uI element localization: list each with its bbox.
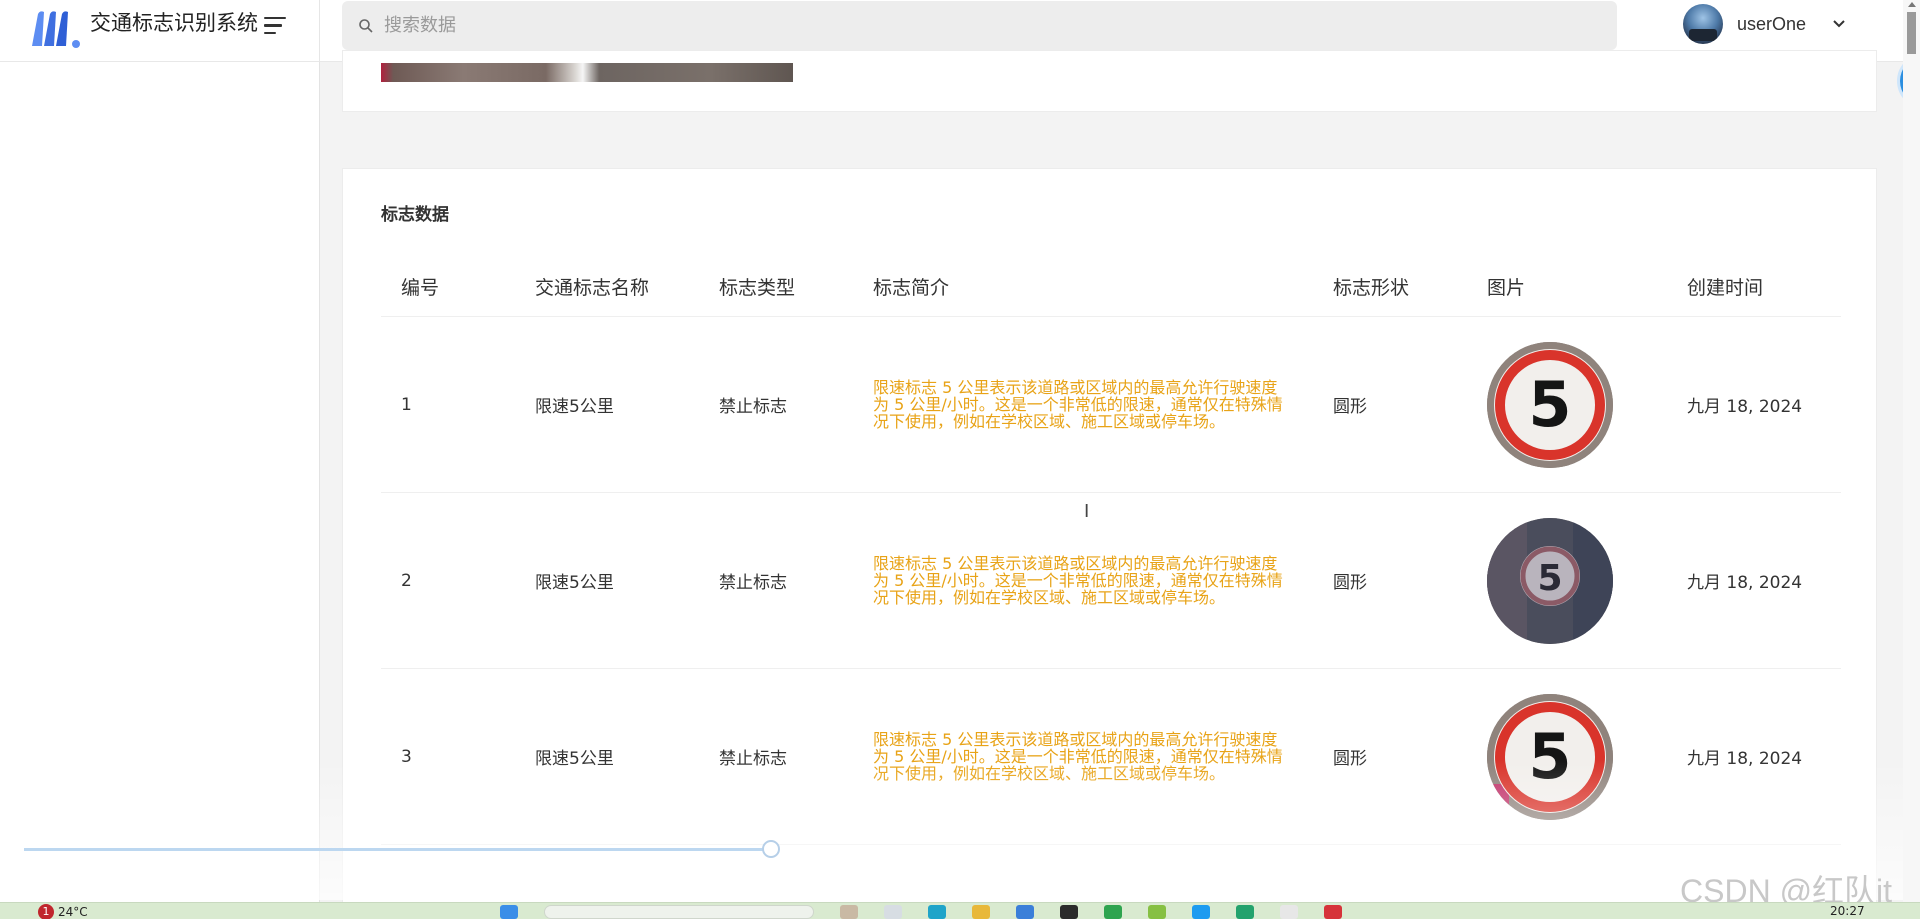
section-title: 标志数据 bbox=[381, 205, 449, 225]
cell-type: 禁止标志 bbox=[719, 573, 787, 593]
app-icon[interactable] bbox=[1192, 905, 1210, 919]
speed-limit-sign-image[interactable]: 5 bbox=[1487, 341, 1613, 468]
progress-slider-track[interactable] bbox=[24, 848, 772, 851]
app-icon[interactable] bbox=[1148, 905, 1166, 919]
svg-text:5: 5 bbox=[1528, 720, 1571, 793]
sign-data-card: 标志数据 编号 交通标志名称 标志类型 标志简介 标志形状 图片 创建时间 1 … bbox=[342, 168, 1877, 919]
header-created[interactable]: 创建时间 bbox=[1687, 273, 1841, 300]
header-description[interactable]: 标志简介 bbox=[873, 273, 1333, 300]
cell-description: 限速标志 5 公里表示该道路或区域内的最高允许行驶速度为 5 公里/小时。这是一… bbox=[873, 379, 1333, 430]
app-icon[interactable] bbox=[1236, 905, 1254, 919]
app-title: 交通标志识别系统 bbox=[90, 10, 258, 35]
vertical-scrollbar[interactable] bbox=[1903, 0, 1920, 902]
cell-description: 限速标志 5 公里表示该道路或区域内的最高允许行驶速度为 5 公里/小时。这是一… bbox=[873, 555, 1333, 606]
cell-created: 九月 18, 2024 bbox=[1687, 749, 1803, 769]
scroll-up-arrow-icon[interactable] bbox=[1908, 2, 1916, 7]
table-row[interactable]: 2 限速5公里 禁止标志 限速标志 5 公里表示该道路或区域内的最高允许行驶速度… bbox=[381, 493, 1841, 669]
cell-id: 3 bbox=[401, 746, 412, 767]
cell-type: 禁止标志 bbox=[719, 749, 787, 769]
username[interactable]: userOne bbox=[1737, 14, 1806, 35]
taskbar-clock[interactable]: 20:27 bbox=[1830, 904, 1865, 918]
avatar[interactable] bbox=[1683, 4, 1723, 44]
cell-shape: 圆形 bbox=[1333, 397, 1367, 417]
speed-limit-sign-image[interactable]: 5 bbox=[1487, 517, 1613, 644]
weather-alert-badge: 1 bbox=[38, 904, 54, 919]
cell-description: 限速标志 5 公里表示该道路或区域内的最高允许行驶速度为 5 公里/小时。这是一… bbox=[873, 731, 1333, 782]
search-input[interactable] bbox=[384, 15, 1484, 36]
scrollbar-thumb[interactable] bbox=[1907, 12, 1916, 54]
svg-text:5: 5 bbox=[1537, 558, 1562, 599]
app-icon[interactable] bbox=[1016, 905, 1034, 919]
cell-image: 5 bbox=[1487, 341, 1687, 468]
weather-widget[interactable]: 1 24°C bbox=[38, 904, 88, 919]
header-id[interactable]: 编号 bbox=[381, 273, 535, 300]
os-taskbar: 1 24°C 20:27 bbox=[0, 902, 1920, 919]
description-text: 限速标志 5 公里表示该道路或区域内的最高允许行驶速度为 5 公里/小时。这是一… bbox=[873, 378, 1283, 431]
taskbar-search[interactable] bbox=[544, 905, 814, 919]
header-type[interactable]: 标志类型 bbox=[719, 273, 873, 300]
cell-image: 5 bbox=[1487, 517, 1687, 644]
app-icon[interactable] bbox=[1104, 905, 1122, 919]
progress-slider-thumb[interactable] bbox=[762, 840, 780, 858]
table-row[interactable]: 3 限速5公里 禁止标志 限速标志 5 公里表示该道路或区域内的最高允许行驶速度… bbox=[381, 669, 1841, 845]
svg-text:5: 5 bbox=[1528, 368, 1571, 441]
temperature: 24°C bbox=[58, 905, 88, 919]
cell-name: 限速5公里 bbox=[535, 749, 614, 769]
terminal-icon[interactable] bbox=[1060, 905, 1078, 919]
cell-image: 5 bbox=[1487, 693, 1687, 820]
folder-icon[interactable] bbox=[972, 905, 990, 919]
app-logo-icon bbox=[32, 10, 80, 48]
cell-shape: 圆形 bbox=[1333, 749, 1367, 769]
cell-name: 限速5公里 bbox=[535, 397, 614, 417]
header-name[interactable]: 交通标志名称 bbox=[535, 273, 719, 300]
cell-id: 1 bbox=[401, 394, 412, 415]
search-bar[interactable] bbox=[342, 1, 1617, 50]
text-cursor-icon: I bbox=[1084, 501, 1090, 522]
brand-area: 交通标志识别系统 bbox=[0, 0, 320, 62]
table-header: 编号 交通标志名称 标志类型 标志简介 标志形状 图片 创建时间 bbox=[381, 257, 1841, 317]
sign-data-table: 编号 交通标志名称 标志类型 标志简介 标志形状 图片 创建时间 1 限速5公里… bbox=[381, 257, 1841, 845]
windows-start-icon[interactable] bbox=[500, 905, 518, 919]
table-row[interactable]: 1 限速5公里 禁止标志 限速标志 5 公里表示该道路或区域内的最高允许行驶速度… bbox=[381, 317, 1841, 493]
description-text: 限速标志 5 公里表示该道路或区域内的最高允许行驶速度为 5 公里/小时。这是一… bbox=[873, 730, 1283, 783]
app-icon[interactable] bbox=[884, 905, 902, 919]
upload-preview-card bbox=[342, 50, 1877, 112]
speed-limit-sign-image[interactable]: 5 bbox=[1487, 693, 1613, 820]
cell-name: 限速5公里 bbox=[535, 573, 614, 593]
taskbar-apps bbox=[500, 905, 1342, 919]
cell-type: 禁止标志 bbox=[719, 397, 787, 417]
description-text: 限速标志 5 公里表示该道路或区域内的最高允许行驶速度为 5 公里/小时。这是一… bbox=[873, 554, 1283, 607]
app-icon[interactable] bbox=[840, 905, 858, 919]
chevron-down-icon[interactable] bbox=[1832, 19, 1846, 29]
cell-created: 九月 18, 2024 bbox=[1687, 397, 1803, 417]
user-menu[interactable]: userOne bbox=[1683, 3, 1846, 45]
search-icon bbox=[359, 18, 373, 33]
menu-toggle-icon[interactable] bbox=[264, 14, 292, 38]
cell-created: 九月 18, 2024 bbox=[1687, 573, 1803, 593]
header-shape[interactable]: 标志形状 bbox=[1333, 273, 1487, 300]
app-icon[interactable] bbox=[1280, 905, 1298, 919]
cell-shape: 圆形 bbox=[1333, 573, 1367, 593]
app-icon[interactable] bbox=[1324, 905, 1342, 919]
edge-browser-icon[interactable] bbox=[928, 905, 946, 919]
header-image[interactable]: 图片 bbox=[1487, 273, 1687, 300]
preview-image bbox=[381, 63, 793, 82]
cell-id: 2 bbox=[401, 570, 412, 591]
sidebar bbox=[0, 62, 320, 919]
